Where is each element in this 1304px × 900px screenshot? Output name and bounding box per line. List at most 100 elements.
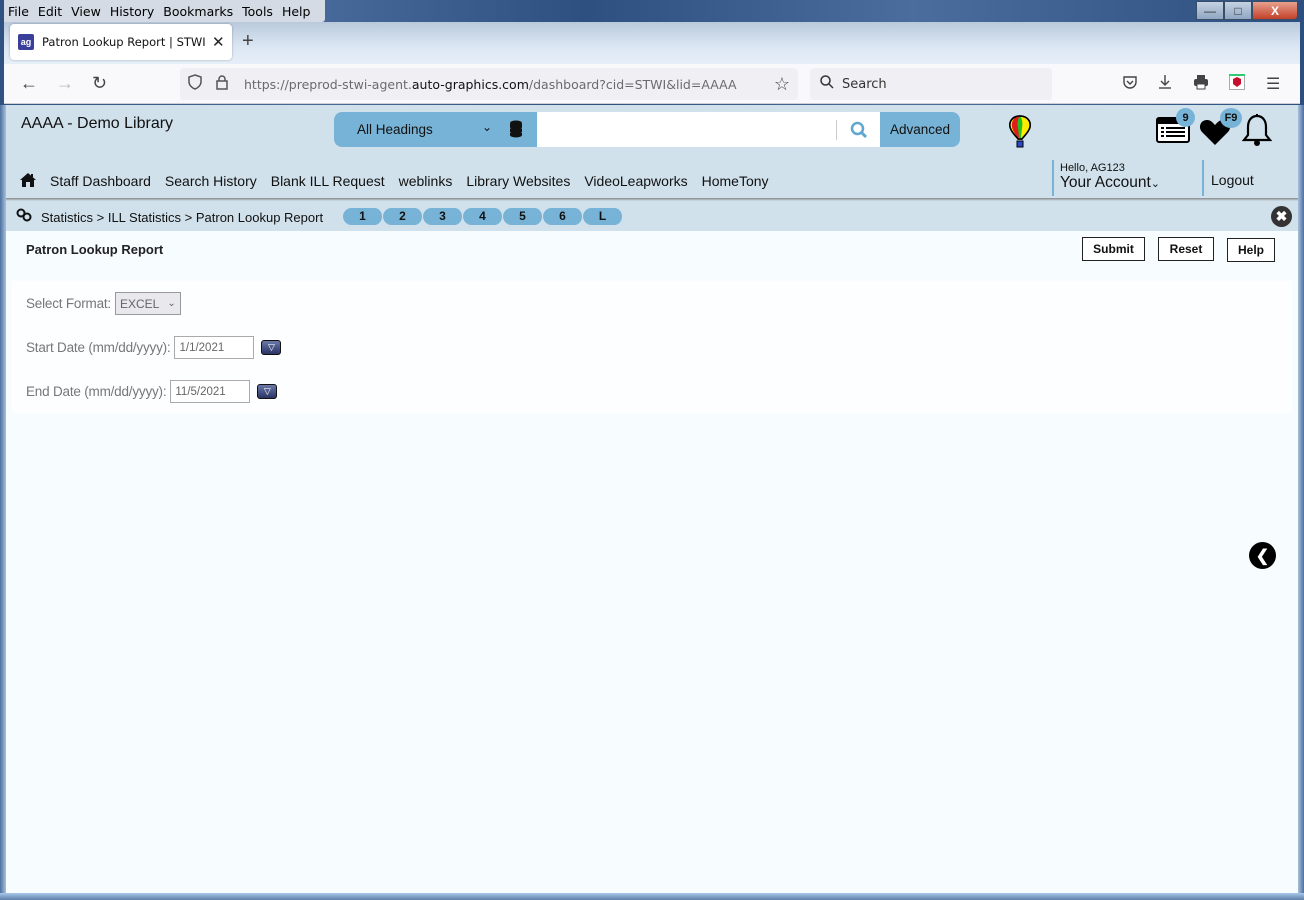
- nav-videoleapworks[interactable]: VideoLeapworks: [584, 173, 687, 189]
- bookmark-star-icon[interactable]: ☆: [774, 74, 790, 95]
- advanced-search-button[interactable]: Advanced: [880, 112, 960, 147]
- close-icon[interactable]: ✖: [1271, 206, 1292, 227]
- nav-search-history[interactable]: Search History: [165, 173, 257, 189]
- your-account-dropdown[interactable]: Your Account⌄: [1060, 174, 1160, 192]
- menu-edit[interactable]: Edit: [38, 4, 62, 19]
- chevron-down-icon[interactable]: ⌄: [482, 120, 492, 134]
- library-name: AAAA - Demo Library: [21, 115, 174, 132]
- menu-history[interactable]: History: [110, 4, 154, 19]
- nav-staff-dashboard[interactable]: Staff Dashboard: [43, 173, 158, 202]
- url-prefix: https://preprod-stwi-agent.: [244, 76, 412, 92]
- page-content: AAAA - Demo Library All Headings ⌄ Advan…: [6, 105, 1298, 893]
- window-close-button[interactable]: X: [1252, 1, 1298, 20]
- menu-bar: File Edit View History Bookmarks Tools H…: [4, 0, 326, 22]
- quick-pill-3[interactable]: 3: [423, 208, 463, 225]
- quick-pill-1[interactable]: 1: [343, 208, 383, 225]
- quick-pill-4[interactable]: 4: [463, 208, 503, 225]
- reset-button[interactable]: Reset: [1158, 237, 1214, 261]
- browser-search-placeholder: Search: [842, 76, 887, 92]
- nav-hometony[interactable]: HomeTony: [702, 173, 769, 189]
- format-select[interactable]: EXCEL ⌄: [114, 292, 181, 315]
- format-label: Select Format:: [26, 296, 111, 311]
- pocket-icon[interactable]: [1122, 74, 1138, 95]
- browser-navbar: ← → ↻ https://preprod-stwi-agent.auto-gr…: [4, 64, 1300, 104]
- window-frame-bottom: [0, 893, 1304, 900]
- mcafee-extension-icon[interactable]: [1229, 74, 1245, 95]
- format-value: EXCEL: [119, 296, 160, 311]
- window-controls: — □ X: [1196, 1, 1298, 20]
- tab-strip: ag Patron Lookup Report | STWI | a ✕ +: [4, 22, 1300, 64]
- print-icon[interactable]: [1193, 74, 1209, 95]
- url-domain: auto-graphics.com: [411, 76, 529, 92]
- search-scope-select[interactable]: All Headings: [357, 122, 433, 137]
- menu-tools[interactable]: Tools: [242, 4, 273, 19]
- maximize-button[interactable]: □: [1224, 1, 1252, 20]
- nav-blank-ill-request[interactable]: Blank ILL Request: [271, 173, 385, 189]
- start-date-input[interactable]: [174, 336, 255, 359]
- greeting-text: Hello, AG123: [1060, 162, 1125, 174]
- chevron-down-icon: ⌄: [167, 298, 176, 309]
- catalog-search-input[interactable]: [537, 112, 880, 147]
- catalog-search-group: All Headings ⌄ Advanced: [334, 112, 960, 147]
- chevron-down-icon: ⌄: [1150, 178, 1160, 190]
- help-button[interactable]: Help: [1227, 238, 1275, 262]
- site-header: AAAA - Demo Library All Headings ⌄ Advan…: [6, 105, 1298, 202]
- quick-access-pills: 1 2 3 4 5 6 L: [343, 208, 623, 225]
- breadcrumb-bar: Statistics > ILL Statistics > Patron Loo…: [6, 201, 1298, 231]
- back-button[interactable]: ←: [20, 73, 38, 94]
- notifications-bell-icon[interactable]: [1241, 113, 1273, 152]
- app-menu-icon[interactable]: ☰: [1266, 74, 1280, 94]
- hot-air-balloon-icon[interactable]: [1008, 115, 1032, 149]
- nav-weblinks[interactable]: weblinks: [399, 173, 453, 189]
- end-date-calendar-icon[interactable]: ▽: [257, 384, 278, 399]
- menu-file[interactable]: File: [8, 4, 29, 19]
- breadcrumb: Statistics > ILL Statistics > Patron Loo…: [41, 210, 324, 225]
- browser-window: File Edit View History Bookmarks Tools H…: [0, 0, 1304, 900]
- logout-link[interactable]: Logout: [1202, 160, 1254, 196]
- favorites-badge: F9: [1220, 108, 1242, 128]
- main-nav: Staff Dashboard Search History Blank ILL…: [20, 165, 783, 202]
- reload-button[interactable]: ↻: [92, 73, 107, 94]
- quick-pill-l[interactable]: L: [583, 208, 623, 225]
- start-date-row: Start Date (mm/dd/yyyy): ▽: [26, 336, 282, 359]
- menu-view[interactable]: View: [71, 4, 101, 19]
- window-frame-right: [1298, 105, 1304, 900]
- url-suffix: /dashboard?cid=STWI&lid=AAAA: [528, 76, 737, 92]
- page-title: Patron Lookup Report: [26, 242, 164, 257]
- download-icon[interactable]: [1157, 74, 1173, 95]
- shield-icon[interactable]: [188, 74, 206, 94]
- end-date-label: End Date (mm/dd/yyyy):: [26, 384, 167, 399]
- start-date-calendar-icon[interactable]: ▽: [261, 340, 282, 355]
- new-tab-button[interactable]: +: [242, 30, 254, 53]
- report-form: Select Format: EXCEL ⌄ Start Date (mm/dd…: [12, 281, 1292, 413]
- forward-button[interactable]: →: [56, 73, 74, 94]
- end-date-input[interactable]: [170, 380, 251, 403]
- menu-help[interactable]: Help: [282, 4, 311, 19]
- quick-pill-2[interactable]: 2: [383, 208, 423, 225]
- start-date-label: Start Date (mm/dd/yyyy):: [26, 340, 171, 355]
- sidebar-toggle-chevron-left-icon[interactable]: ❮: [1249, 542, 1276, 569]
- your-account-label: Your Account: [1060, 174, 1151, 191]
- nav-library-websites[interactable]: Library Websites: [466, 173, 570, 189]
- search-submit-icon[interactable]: [837, 112, 880, 147]
- url-text[interactable]: https://preprod-stwi-agent.auto-graphics…: [244, 77, 737, 92]
- url-bar[interactable]: https://preprod-stwi-agent.auto-graphics…: [180, 68, 798, 100]
- lock-icon[interactable]: [216, 75, 232, 93]
- link-chain-icon: [16, 208, 32, 225]
- menu-bookmarks[interactable]: Bookmarks: [163, 4, 233, 19]
- search-icon: [820, 75, 834, 93]
- minimize-button[interactable]: —: [1196, 1, 1224, 20]
- browser-search-box[interactable]: Search: [810, 68, 1052, 100]
- site-favicon-icon: ag: [18, 34, 34, 50]
- list-count-badge: 9: [1176, 108, 1195, 127]
- tab-title: Patron Lookup Report | STWI | a: [42, 35, 210, 49]
- format-row: Select Format: EXCEL ⌄: [26, 292, 181, 315]
- quick-pill-6[interactable]: 6: [543, 208, 583, 225]
- submit-button[interactable]: Submit: [1082, 237, 1145, 261]
- quick-pill-5[interactable]: 5: [503, 208, 543, 225]
- home-icon[interactable]: [20, 172, 40, 190]
- database-icon[interactable]: [509, 120, 523, 138]
- tab-close-icon[interactable]: ✕: [212, 33, 225, 51]
- account-menu[interactable]: Hello, AG123 Your Account⌄: [1052, 160, 1160, 196]
- browser-tab-active[interactable]: ag Patron Lookup Report | STWI | a ✕: [10, 24, 232, 60]
